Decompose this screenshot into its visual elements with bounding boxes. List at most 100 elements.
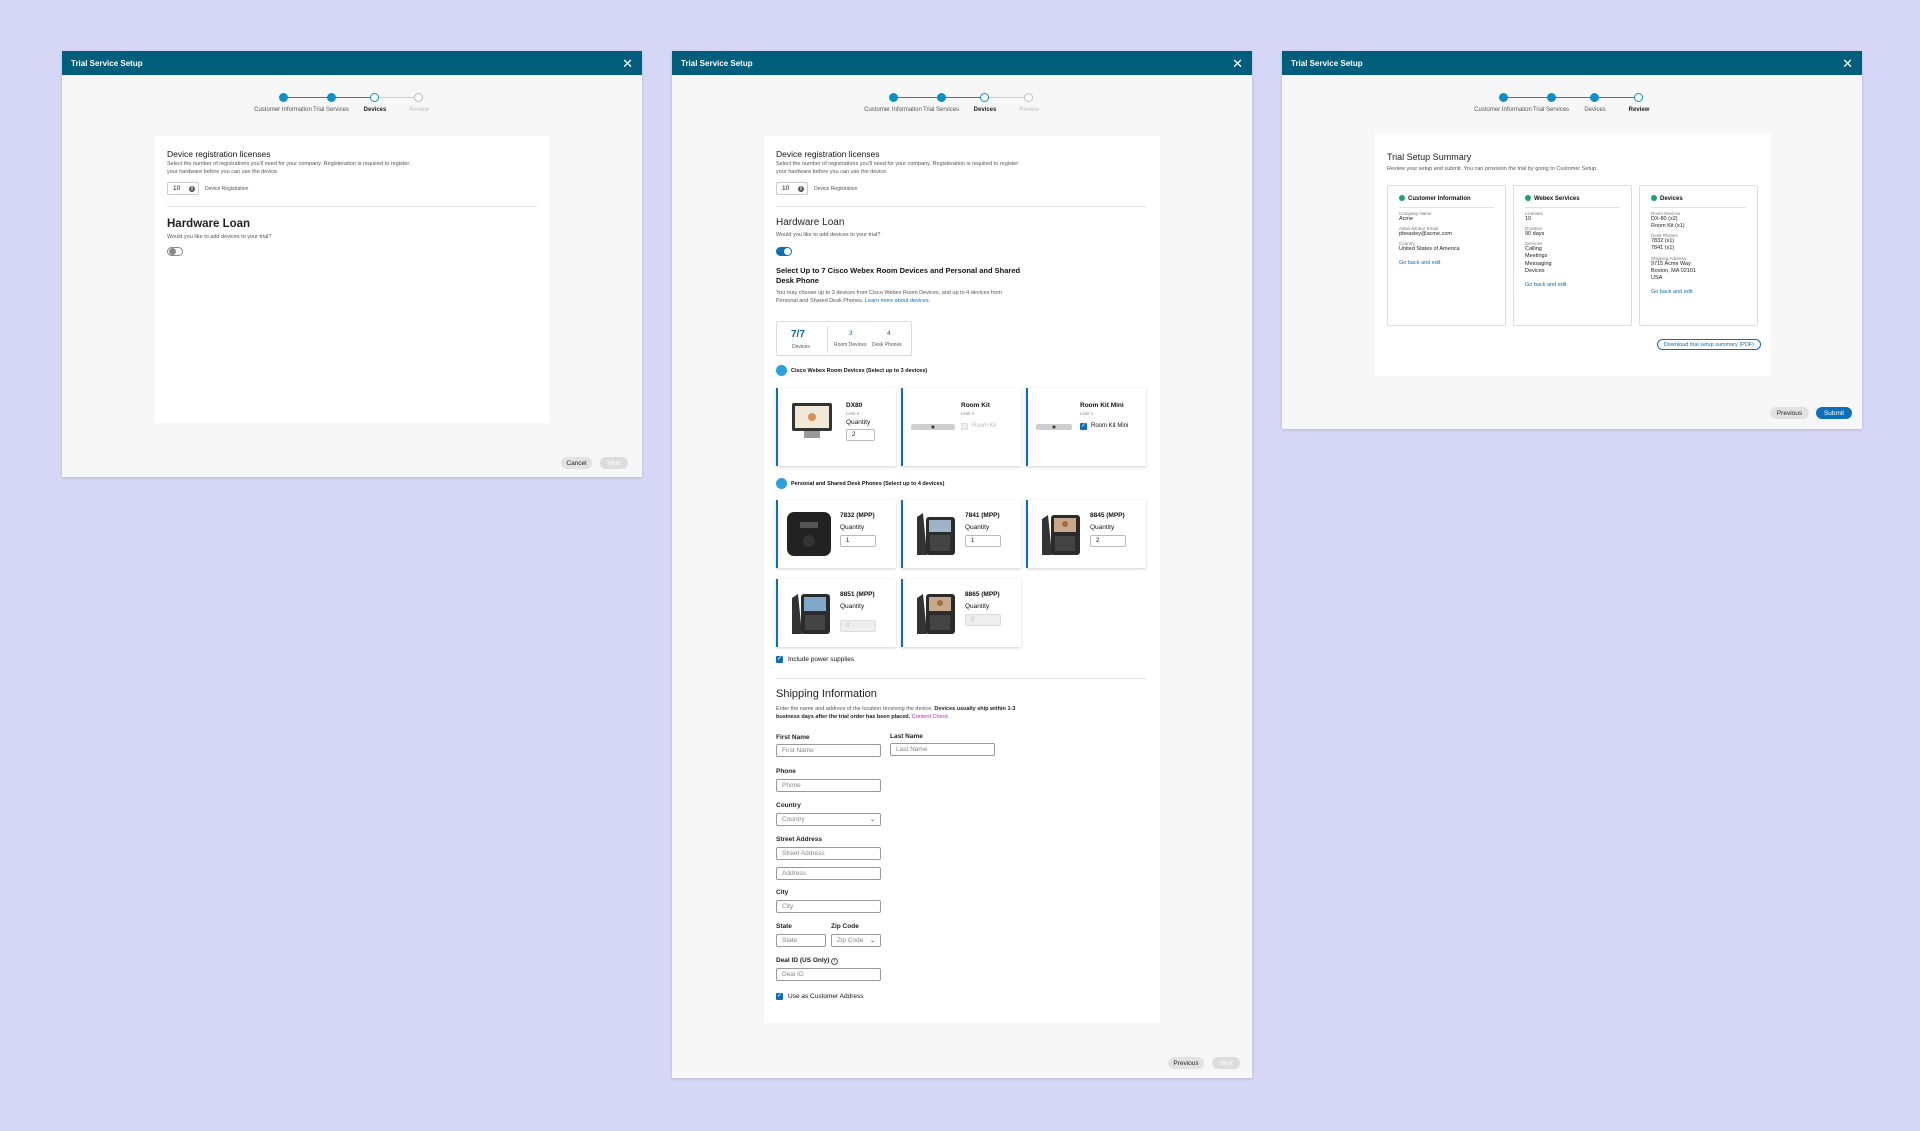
device-name: 7832 (MPP): [840, 512, 875, 519]
edit-services-link[interactable]: Go back and edit: [1525, 282, 1620, 288]
close-icon[interactable]: ✕: [622, 57, 633, 70]
quantity-input-disabled[interactable]: 0: [965, 614, 1001, 626]
next-button-disabled[interactable]: Next: [600, 457, 628, 469]
zip-label: Zip Code: [831, 923, 859, 930]
deal-id-input[interactable]: Deal ID: [776, 968, 881, 981]
stepper-arrows-icon[interactable]: ⇕: [798, 185, 804, 192]
licenses-desc: Select the number of registrations you'l…: [776, 161, 1019, 175]
room-count: 3: [849, 330, 853, 337]
submit-button[interactable]: Submit: [1816, 407, 1852, 419]
desk-count: 4: [887, 330, 891, 337]
country-select[interactable]: Country ⌄: [776, 813, 881, 826]
device-limit: Limit 1: [1080, 411, 1094, 416]
field-value: Messaging: [1525, 260, 1552, 267]
modal-header: Trial Service Setup ✕: [62, 51, 642, 75]
modal-header: Trial Service Setup ✕: [672, 51, 1252, 75]
use-customer-address-checkbox[interactable]: ✓: [776, 993, 783, 1000]
modal-header: Trial Service Setup ✕: [1282, 51, 1862, 75]
step-dot-complete: [1590, 93, 1599, 102]
hardware-loan-toggle[interactable]: [776, 247, 792, 256]
device-card-dx80[interactable]: DX80 Limit 3 Quantity 2: [776, 388, 896, 466]
download-pdf-button[interactable]: Download trial setup summary (PDF): [1656, 339, 1761, 350]
field-value: Meetings: [1525, 253, 1548, 260]
street-label: Street Address: [776, 836, 822, 843]
phone-section-title: Personal and Shared Desk Phones (Select …: [791, 481, 945, 487]
field-value: Calling: [1525, 246, 1542, 253]
room-kit-mini-checkbox[interactable]: ✓: [1080, 423, 1087, 430]
device-name: 8865 (MPP): [965, 591, 1000, 598]
divider: [776, 678, 1146, 679]
device-card-8851[interactable]: 8851 (MPP) Quantity 0: [776, 579, 896, 647]
field-value: 90 days: [1525, 231, 1545, 238]
city-input[interactable]: City: [776, 900, 881, 913]
previous-button[interactable]: Previous: [1770, 407, 1809, 419]
close-icon[interactable]: ✕: [1232, 57, 1243, 70]
progress-stepper: Customer Information Trial Services Devi…: [62, 93, 642, 127]
zip-select[interactable]: Zip Code ⌄: [831, 934, 881, 947]
address-line2-input[interactable]: Address: [776, 867, 881, 880]
desk-label: Desk Phones: [872, 342, 902, 348]
device-name: Room Kit Mini: [1080, 402, 1124, 409]
next-button-disabled[interactable]: Next: [1212, 1057, 1240, 1069]
field-value: Acme: [1399, 216, 1414, 222]
device-card-7832[interactable]: 7832 (MPP) Quantity 1: [776, 500, 896, 568]
quantity-label: Quantity: [846, 419, 871, 426]
license-count-stepper[interactable]: 10 ⇕: [167, 182, 199, 195]
phone-label: Phone: [776, 768, 796, 775]
license-count-stepper[interactable]: 10 ⇕: [776, 182, 808, 195]
power-supplies-checkbox[interactable]: ✓: [776, 656, 783, 663]
deal-id-label: Deal ID (US Only) i: [776, 957, 839, 965]
licenses-title: Device registration licenses: [167, 149, 271, 159]
total-selected: 7/7: [791, 329, 805, 340]
device-card-8865[interactable]: 8865 (MPP) Quantity 0: [901, 579, 1021, 647]
first-name-input[interactable]: First Name: [776, 744, 881, 757]
close-icon[interactable]: ✕: [1842, 57, 1853, 70]
cancel-button[interactable]: Cancel: [561, 457, 592, 469]
trial-setup-modal-step-review: Trial Service Setup ✕ Customer Informati…: [1282, 51, 1862, 429]
city-label: City: [776, 889, 789, 896]
licenses-desc: Select the number of registrations you'l…: [167, 161, 410, 175]
modal-title: Trial Service Setup: [681, 58, 753, 68]
hardware-loan-toggle[interactable]: [167, 247, 183, 256]
edit-devices-link[interactable]: Go back and edit: [1651, 289, 1746, 295]
step-dot-complete: [1547, 93, 1556, 102]
quantity-input-disabled[interactable]: 0: [840, 620, 876, 632]
step-dot-current: [1634, 93, 1643, 102]
check-circle-icon: [1399, 195, 1405, 201]
hardware-loan-title: Hardware Loan: [776, 217, 845, 228]
content-card: Device registration licenses Select the …: [155, 136, 549, 423]
stepper-arrows-icon[interactable]: ⇕: [189, 185, 195, 192]
device-name: 7841 (MPP): [965, 512, 1000, 519]
step-dot-complete: [937, 93, 946, 102]
progress-stepper: Customer Information Trial Services Devi…: [672, 93, 1252, 127]
device-card-7841[interactable]: 7841 (MPP) Quantity 1: [901, 500, 1021, 568]
webex-services-box: Webex Services Licenses 10 Duration 90 d…: [1513, 185, 1632, 326]
quantity-input[interactable]: 1: [840, 535, 876, 547]
content-check-link[interactable]: Content Check: [912, 714, 948, 720]
device-card-room-kit[interactable]: Room Kit Limit 1 Room Kit: [901, 388, 1021, 466]
webex-services-title: Webex Services: [1525, 195, 1620, 202]
power-supplies-label: Include power supplies: [788, 656, 855, 663]
room-kit-checkbox[interactable]: [961, 423, 968, 430]
last-name-input[interactable]: Last Name: [890, 743, 995, 756]
quantity-input[interactable]: 2: [846, 429, 875, 441]
state-input[interactable]: State: [776, 934, 826, 947]
street-input[interactable]: Street Address: [776, 847, 881, 860]
devices-title: Devices: [1651, 195, 1746, 202]
device-card-8845[interactable]: 8845 (MPP) Quantity 2: [1026, 500, 1146, 568]
check-circle-icon: [1525, 195, 1531, 201]
previous-button[interactable]: Previous: [1168, 1057, 1204, 1069]
quantity-input[interactable]: 2: [1090, 535, 1126, 547]
selection-summary: 7/7 Devices 3 Room Devices 4 Desk Phones: [776, 321, 912, 356]
learn-more-link[interactable]: Learn more about devices.: [865, 298, 930, 304]
step-connector: [1507, 97, 1549, 98]
quantity-label: Quantity: [965, 524, 990, 531]
checkbox-label: Room Kit: [972, 423, 997, 429]
edit-customer-link[interactable]: Go back and edit: [1399, 260, 1494, 266]
step-connector: [897, 97, 939, 98]
phone-input[interactable]: Phone: [776, 779, 881, 792]
device-card-room-kit-mini[interactable]: Room Kit Mini Limit 1 ✓ Room Kit Mini: [1026, 388, 1146, 466]
info-icon[interactable]: i: [831, 958, 839, 965]
quantity-input[interactable]: 1: [965, 535, 1001, 547]
quantity-label: Quantity: [1090, 524, 1115, 531]
